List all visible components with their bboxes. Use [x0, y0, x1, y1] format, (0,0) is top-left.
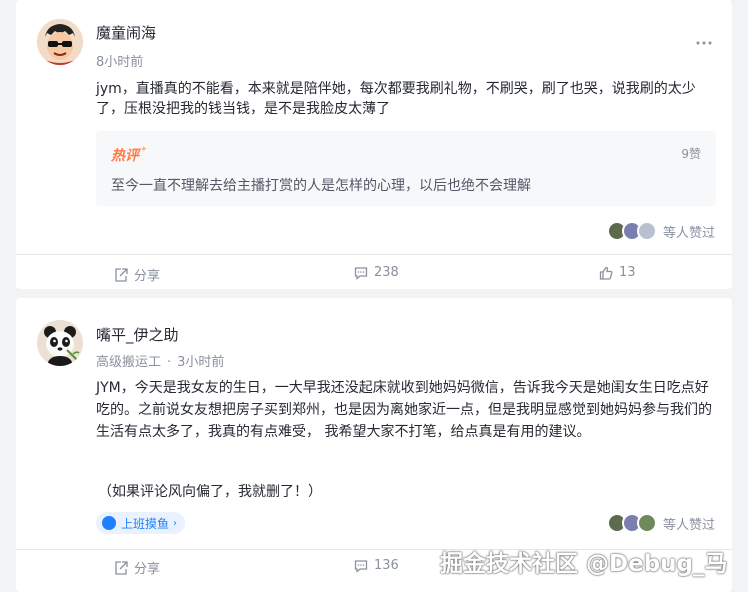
share-button[interactable]: 分享	[114, 265, 160, 284]
likers[interactable]: 等人赞过	[606, 513, 715, 533]
share-icon	[115, 560, 128, 575]
sparkle-icon: ✦	[140, 145, 148, 155]
likers[interactable]: 等人赞过	[606, 221, 715, 241]
tag-icon	[102, 516, 116, 530]
post-note: （如果评论风向偏了，我就删了！）	[98, 484, 322, 500]
post-time: 3小时前	[177, 355, 225, 370]
meta-separator: ·	[167, 355, 172, 370]
hot-comment[interactable]: 热评✦ 9赞 至今一直不理解去给主播打赏的人是怎样的心理，以后也绝不会理解	[96, 131, 716, 206]
post-card: 魔童闹海 8小时前 jym，直播真的不能看，本来就是陪伴她，每次都要我刷礼物，不…	[16, 0, 732, 289]
comment-icon	[354, 559, 368, 573]
watermark: 掘金技术社区 @Debug_马	[440, 551, 728, 577]
comment-count: 136	[374, 558, 399, 573]
chevron-right-icon: ›	[173, 517, 178, 529]
hot-comment-likes: 9赞	[681, 147, 701, 161]
author-avatar[interactable]	[37, 19, 83, 65]
author-name[interactable]: 嘴平_伊之助	[96, 324, 179, 345]
like-button[interactable]: 13	[599, 265, 636, 280]
topic-tag[interactable]: 上班摸鱼 ›	[96, 512, 186, 534]
thumbs-up-icon	[599, 266, 613, 280]
author-name[interactable]: 魔童闹海	[96, 22, 156, 43]
likers-text: 等人赞过	[662, 225, 715, 241]
hot-comment-label: 热评✦	[111, 145, 148, 164]
post-content: jym，直播真的不能看，本来就是陪伴她，每次都要我刷礼物，不刷哭，刷了也哭，说我…	[96, 81, 696, 117]
divider	[16, 254, 732, 255]
topic-tag-label: 上班摸鱼	[121, 516, 170, 531]
more-icon[interactable]	[694, 36, 714, 52]
post-meta: 8小时前	[96, 51, 143, 70]
comment-icon	[354, 266, 368, 280]
likers-text: 等人赞过	[662, 517, 715, 533]
comment-count: 238	[374, 265, 399, 280]
post-time: 8小时前	[96, 55, 144, 70]
share-button[interactable]: 分享	[114, 558, 160, 577]
comment-button[interactable]: 238	[354, 265, 399, 280]
author-avatar[interactable]	[37, 320, 83, 366]
like-count: 13	[619, 265, 636, 280]
hot-comment-text: 至今一直不理解去给主播打赏的人是怎样的心理，以后也绝不会理解	[111, 178, 531, 194]
share-label: 分享	[134, 269, 161, 284]
share-icon	[115, 267, 128, 282]
liker-avatar	[636, 221, 657, 241]
comment-button[interactable]: 136	[354, 558, 399, 573]
post-content: JYM，今天是我女友的生日，一大早我还没起床就收到她妈妈微信，告诉我今天是她闺女…	[96, 380, 712, 440]
share-label: 分享	[134, 562, 161, 577]
liker-avatar	[636, 513, 657, 533]
post-meta: 高级搬运工 · 3小时前	[96, 351, 224, 370]
author-title: 高级搬运工	[96, 355, 162, 370]
